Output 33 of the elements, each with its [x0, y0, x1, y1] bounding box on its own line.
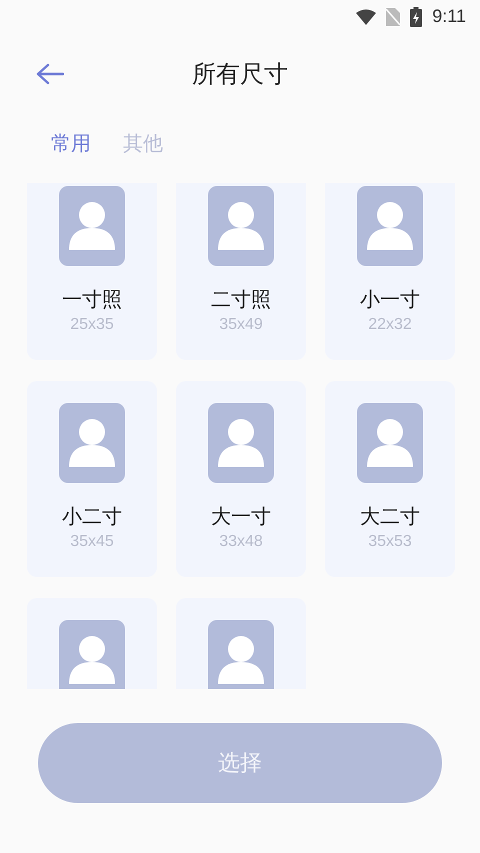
- size-card[interactable]: 二寸照 35x49: [176, 183, 306, 360]
- size-name: 大二寸: [360, 503, 420, 529]
- person-icon: [208, 186, 274, 266]
- no-sim-icon: [386, 8, 400, 26]
- size-name: 二寸照: [211, 286, 271, 312]
- size-dimensions: 33x48: [219, 533, 263, 551]
- size-card[interactable]: 小一寸 22x32: [325, 183, 455, 360]
- size-name: 小一寸: [360, 286, 420, 312]
- size-dimensions: 22x32: [368, 316, 412, 334]
- size-name: 一寸照: [62, 286, 122, 312]
- person-icon: [357, 186, 423, 266]
- size-dimensions: 35x45: [70, 533, 114, 551]
- person-icon: [208, 403, 274, 483]
- battery-charging-icon: [410, 6, 422, 26]
- person-icon: [59, 620, 125, 689]
- size-card[interactable]: 小二寸 35x45: [27, 381, 157, 577]
- person-icon: [59, 186, 125, 266]
- person-icon: [357, 403, 423, 483]
- size-card[interactable]: 一寸照 25x35: [27, 183, 157, 360]
- person-icon: [59, 403, 125, 483]
- tab[interactable]: 常用: [51, 130, 91, 156]
- back-icon[interactable]: [36, 63, 64, 85]
- size-dimensions: 25x35: [70, 316, 114, 334]
- size-dimensions: 35x49: [219, 316, 263, 334]
- size-name: 小二寸: [62, 503, 122, 529]
- status-time: 9:11: [432, 6, 466, 27]
- size-card[interactable]: 大一寸 33x48: [176, 381, 306, 577]
- page-title: 所有尺寸: [192, 59, 288, 90]
- size-card[interactable]: 大二寸 35x53: [325, 381, 455, 577]
- size-dimensions: 35x53: [368, 533, 412, 551]
- person-icon: [208, 620, 274, 689]
- wifi-icon: [356, 8, 376, 24]
- size-name: 大一寸: [211, 503, 271, 529]
